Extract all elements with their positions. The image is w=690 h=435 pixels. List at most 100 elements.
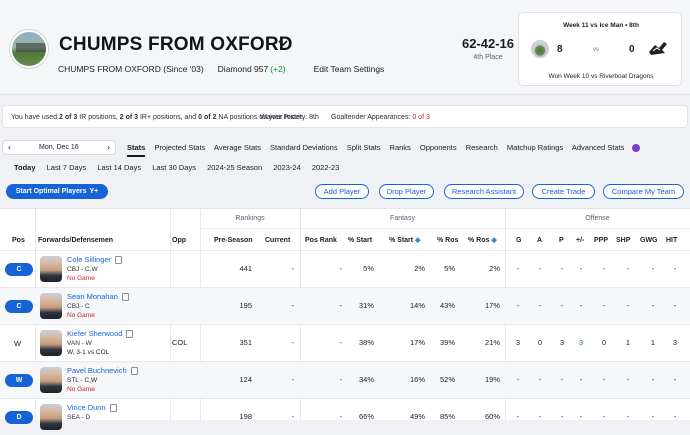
drop-player-button[interactable]: Drop Player — [379, 184, 434, 199]
range-2023-24[interactable]: 2023-24 — [273, 163, 301, 172]
position-button[interactable]: C — [5, 263, 33, 276]
cell-preseason: 351 — [239, 338, 252, 347]
player-note-icon[interactable] — [126, 330, 134, 339]
matchup-card[interactable]: Week 11 vs Ice Man • 8th 8 vs 0 Won Week… — [518, 12, 682, 86]
cell-pm: 3 — [578, 338, 584, 347]
range-season[interactable]: 2024-25 Season — [207, 163, 262, 172]
team-name[interactable]: CHUMPS FROM OXFORD — [59, 34, 293, 56]
date-picker[interactable]: ‹ Mon, Dec 16 › — [2, 140, 116, 155]
cell-shp: 1 — [625, 338, 631, 347]
range-tabs: Today Last 7 Days Last 14 Days Last 30 D… — [14, 163, 348, 172]
col-pos-rank[interactable]: Pos Rank — [305, 231, 337, 249]
tab-projected-stats[interactable]: Projected Stats — [154, 143, 205, 152]
chevron-down-icon[interactable] — [276, 36, 290, 50]
tab-split-stats[interactable]: Split Stats — [347, 143, 381, 152]
matchup-footer: Won Week 10 vs Riverboat Dragons — [548, 73, 654, 80]
cell-pstart: 34% — [358, 375, 374, 384]
position-button[interactable]: C — [5, 300, 33, 313]
player-name-link[interactable]: Cole Sillinger — [67, 255, 123, 265]
cell-current: - — [291, 264, 295, 273]
create-trade-button[interactable]: Create Trade — [532, 184, 595, 199]
range-last-14[interactable]: Last 14 Days — [97, 163, 141, 172]
col-pct-start-diamond[interactable]: % Start ◆ — [389, 231, 421, 249]
tab-ranks[interactable]: Ranks — [390, 143, 411, 152]
tab-average-stats[interactable]: Average Stats — [214, 143, 261, 152]
player-name-link[interactable]: Sean Monahan — [67, 292, 129, 302]
team-header: CHUMPS FROM OXFORD CHUMPS FROM OXFORD (S… — [0, 0, 690, 95]
range-2022-23[interactable]: 2022-23 — [312, 163, 340, 172]
col-current[interactable]: Current — [265, 231, 290, 249]
cell-ppp: - — [602, 301, 606, 310]
col-shp[interactable]: SHP — [616, 231, 630, 249]
cell-shp: - — [626, 375, 630, 384]
cell-current: - — [291, 338, 295, 347]
col-pos[interactable]: Pos — [12, 231, 25, 249]
col-plus-minus[interactable]: +/- — [576, 231, 584, 249]
cell-pstart2: 14% — [409, 301, 425, 310]
range-last-30[interactable]: Last 30 Days — [152, 163, 196, 172]
cell-pros2: 21% — [484, 338, 500, 347]
my-team-logo — [531, 40, 549, 58]
col-opp[interactable]: Opp — [172, 231, 186, 249]
tab-stats[interactable]: Stats — [127, 143, 146, 157]
col-pct-start[interactable]: % Start — [348, 231, 372, 249]
position-button[interactable]: W — [5, 374, 33, 387]
player-note-icon[interactable] — [130, 367, 138, 376]
start-optimal-players-button[interactable]: Start Optimal Players Y+ — [6, 184, 108, 199]
player-name-link[interactable]: Pavel Buchnevich — [67, 366, 138, 376]
prev-day-icon[interactable]: ‹ — [8, 142, 11, 152]
player-game-status: W, 3-1 vs COL — [67, 349, 110, 356]
player-team-position: VAN - W — [67, 340, 92, 347]
team-avatar[interactable] — [10, 30, 48, 68]
tab-opponents[interactable]: Opponents — [420, 143, 457, 152]
cell-hit: - — [673, 301, 677, 310]
tab-research[interactable]: Research — [466, 143, 498, 152]
cell-pros2: 2% — [489, 264, 500, 273]
range-last-7[interactable]: Last 7 Days — [47, 163, 87, 172]
cell-pstart: 38% — [358, 338, 374, 347]
add-player-button[interactable]: Add Player — [315, 184, 369, 199]
cell-a: - — [538, 301, 542, 310]
col-player[interactable]: Forwards/Defensemen — [38, 231, 113, 249]
tab-standard-deviations[interactable]: Standard Deviations — [270, 143, 338, 152]
player-team-position: STL - C,W — [67, 377, 98, 384]
player-name-link[interactable]: Kiefer Sherwood — [67, 329, 134, 339]
cell-gwg: - — [651, 264, 655, 273]
player-note-icon[interactable] — [109, 404, 117, 413]
col-ppp[interactable]: PPP — [594, 231, 608, 249]
player-name-link[interactable]: Vince Dunn — [67, 403, 117, 413]
team-since: CHUMPS FROM OXFORD (Since '03) — [58, 64, 204, 74]
new-badge-icon — [632, 144, 641, 153]
my-score: 8 — [557, 44, 563, 55]
next-day-icon[interactable]: › — [107, 142, 110, 152]
position-label: W — [14, 339, 22, 348]
tab-advanced-stats[interactable]: Advanced Stats — [572, 143, 648, 153]
roster-controls: ‹ Mon, Dec 16 › Stats Projected Stats Av… — [0, 136, 690, 206]
position-button[interactable]: D — [5, 411, 33, 424]
cell-p: - — [560, 375, 564, 384]
col-pct-ros-diamond[interactable]: % Ros ◆ — [468, 231, 497, 249]
table-row: D Vince Dunn SEA - D 198- -66% 49% 85% 60% - - - - -… — [0, 398, 690, 435]
col-pct-ros[interactable]: % Ros — [437, 231, 458, 249]
player-note-icon[interactable] — [121, 293, 129, 302]
cell-shp: - — [626, 264, 630, 273]
col-gwg[interactable]: GWG — [640, 231, 658, 249]
range-today[interactable]: Today — [14, 163, 36, 172]
tab-matchup-ratings[interactable]: Matchup Ratings — [507, 143, 563, 152]
table-row: W Kiefer Sherwood VAN - W W, 3-1 vs COL COL 3… — [0, 324, 690, 361]
edit-team-settings-link[interactable]: Edit Team Settings — [314, 64, 385, 74]
col-points[interactable]: P — [559, 231, 564, 249]
cell-current: - — [291, 375, 295, 384]
cell-a: - — [538, 375, 542, 384]
cell-pstart: 31% — [358, 301, 374, 310]
research-assistant-button[interactable]: Research Assistant — [444, 184, 524, 199]
col-hit[interactable]: HIT — [666, 231, 677, 249]
team-subline: CHUMPS FROM OXFORD (Since '03) Diamond 95… — [58, 64, 398, 74]
table-row: C Cole Sillinger CBJ - C,W No Game 441 - - 5% 2%… — [0, 250, 690, 287]
col-assists[interactable]: A — [537, 231, 542, 249]
player-note-icon[interactable] — [115, 256, 123, 265]
col-goals[interactable]: G — [516, 231, 521, 249]
compare-my-team-button[interactable]: Compare My Team — [603, 184, 684, 199]
col-preseason[interactable]: Pre-Season — [214, 231, 253, 249]
cell-hit: - — [673, 375, 677, 384]
